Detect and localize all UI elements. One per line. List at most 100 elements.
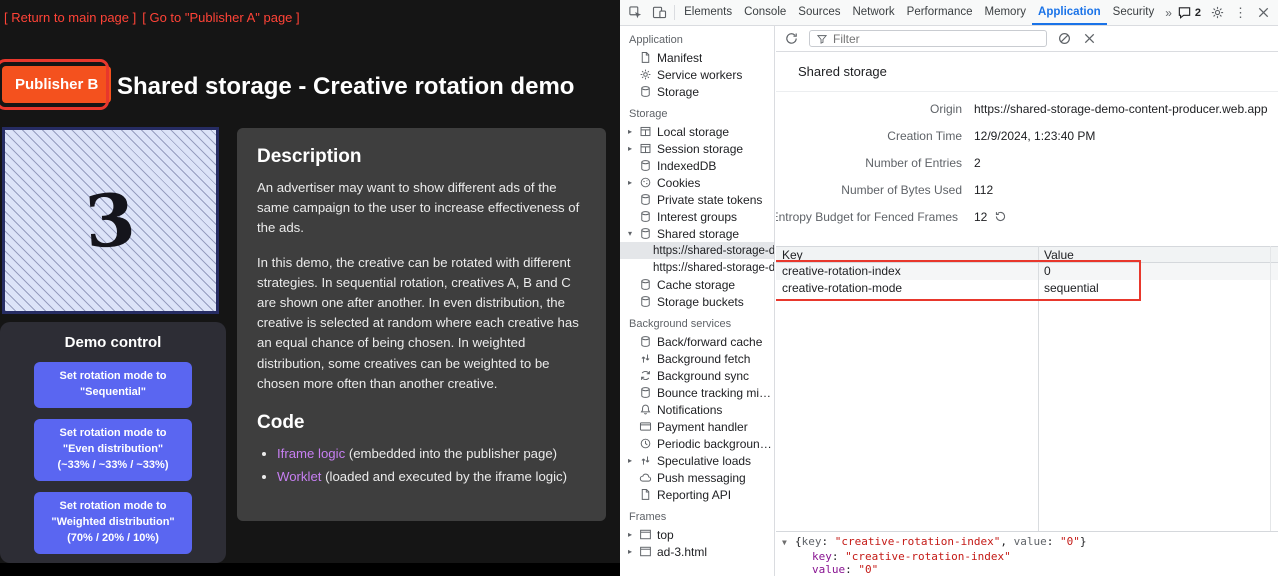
meta-row-bytes-used: Number of Bytes Used 112 (776, 176, 1278, 203)
sidebar-item-notifications[interactable]: Notifications (620, 401, 774, 418)
sidebar-item-background-fetch[interactable]: Background fetch (620, 350, 774, 367)
prop-name: value (1014, 535, 1047, 548)
expander-icon[interactable]: ▸ (628, 127, 639, 136)
separator: : (832, 550, 845, 563)
funnel-icon (816, 33, 828, 45)
device-toolbar-icon[interactable] (648, 0, 672, 26)
sidebar-item-indexeddb[interactable]: IndexedDB (620, 157, 774, 174)
sidebar-item-payment-handler[interactable]: Payment handler (620, 418, 774, 435)
sidebar-item-frame-ad3[interactable]: ▸ad-3.html (620, 543, 774, 560)
sidebar-item-cache-storage[interactable]: Cache storage (620, 276, 774, 293)
tab-performance[interactable]: Performance (901, 0, 979, 25)
sidebar-item-shared-storage-origin-1[interactable]: https://shared-storage-d… (620, 242, 774, 259)
clear-all-icon[interactable] (1057, 31, 1072, 46)
sidebar-item-shared-storage-origin-2[interactable]: https://shared-storage-d… (620, 259, 774, 276)
clock-icon (639, 437, 652, 450)
demo-control-title: Demo control (0, 322, 226, 351)
tab-network[interactable]: Network (846, 0, 900, 25)
expander-icon[interactable]: ▸ (628, 530, 639, 539)
tab-elements[interactable]: Elements (678, 0, 738, 25)
more-tabs-chevron[interactable]: » (1160, 6, 1177, 20)
top-links: [ Return to main page ] [ Go to "Publish… (4, 10, 300, 25)
sidebar-item-private-state-tokens[interactable]: Private state tokens (620, 191, 774, 208)
sidebar-item-label: IndexedDB (657, 159, 716, 173)
sidebar-item-periodic-background-sync[interactable]: Periodic background s… (620, 435, 774, 452)
bell-icon (639, 403, 652, 416)
meta-value: 12 (974, 210, 1278, 224)
expander-icon[interactable]: ▸ (628, 456, 639, 465)
prop-name: key (812, 550, 832, 563)
sidebar-item-shared-storage[interactable]: ▾Shared storage (620, 225, 774, 242)
expand-toggle-icon[interactable]: ▼ (782, 536, 795, 550)
tab-application[interactable]: Application (1032, 0, 1107, 25)
settings-gear-icon[interactable] (1210, 5, 1225, 20)
sidebar-item-background-sync[interactable]: Background sync (620, 367, 774, 384)
tab-memory[interactable]: Memory (979, 0, 1033, 25)
sidebar-item-push-messaging[interactable]: Push messaging (620, 469, 774, 486)
sidebar-item-service-workers[interactable]: Service workers (620, 66, 774, 83)
chat-bubble-icon (1177, 5, 1192, 20)
worklet-link[interactable]: Worklet (277, 469, 321, 484)
sidebar-item-reporting-api[interactable]: Reporting API (620, 486, 774, 503)
sidebar-item-label: Periodic background s… (657, 437, 774, 451)
tab-sources[interactable]: Sources (792, 0, 846, 25)
filter-input[interactable] (833, 32, 1040, 46)
sidebar-section-application: Application (620, 26, 774, 49)
page-title: Shared storage - Creative rotation demo (117, 73, 574, 101)
expander-icon[interactable]: ▾ (628, 229, 639, 238)
clear-icon[interactable] (1082, 31, 1097, 46)
brace: } (1080, 535, 1087, 548)
cell-key: creative-rotation-index (776, 263, 1038, 280)
sidebar-item-speculative-loads[interactable]: ▸Speculative loads (620, 452, 774, 469)
sidebar-item-label: https://shared-storage-d… (653, 262, 774, 274)
table-icon (639, 142, 652, 155)
sidebar-item-frame-top[interactable]: ▸top (620, 526, 774, 543)
filter-box (809, 30, 1047, 47)
column-header-key[interactable]: Key (776, 247, 1038, 263)
doc-icon (639, 488, 652, 501)
bottom-strip (0, 563, 620, 576)
expander-icon[interactable]: ▸ (628, 144, 639, 153)
sidebar-item-storage-buckets[interactable]: Storage buckets (620, 293, 774, 310)
sidebar-item-label: Session storage (657, 142, 743, 156)
sidebar-item-interest-groups[interactable]: Interest groups (620, 208, 774, 225)
separator: , (1000, 535, 1013, 548)
return-main-link[interactable]: [ Return to main page ] (4, 10, 136, 25)
sidebar-item-manifest[interactable]: Manifest (620, 49, 774, 66)
reset-budget-icon[interactable] (994, 210, 1007, 223)
close-devtools-icon[interactable] (1256, 5, 1271, 20)
preview-property-line: key: "creative-rotation-index" (782, 550, 1278, 564)
prop-name: value (812, 563, 845, 576)
column-header-value[interactable]: Value (1038, 247, 1278, 263)
prop-value: "0" (1060, 535, 1080, 548)
sidebar-item-label: Service workers (657, 68, 742, 82)
cell-value: 0 (1038, 263, 1278, 280)
issues-count-button[interactable]: 2 (1177, 5, 1201, 20)
fetch-arrows-icon (639, 352, 652, 365)
sidebar-item-local-storage[interactable]: ▸Local storage (620, 123, 774, 140)
refresh-icon[interactable] (784, 31, 799, 46)
sidebar-item-session-storage[interactable]: ▸ Session storage (620, 140, 774, 157)
publisher-a-link[interactable]: [ Go to "Publisher A" page ] (142, 10, 299, 25)
sidebar-item-storage[interactable]: Storage (620, 83, 774, 100)
sidebar-item-bounce-tracking[interactable]: Bounce tracking mitiga… (620, 384, 774, 401)
inspect-element-icon[interactable] (624, 0, 648, 26)
expander-icon[interactable]: ▸ (628, 547, 639, 556)
sidebar-section-frames: Frames (620, 503, 774, 526)
tab-security[interactable]: Security (1107, 0, 1161, 25)
iframe-logic-link[interactable]: Iframe logic (277, 446, 345, 461)
table-row[interactable]: creative-rotation-index 0 (776, 263, 1278, 280)
sidebar-item-back-forward-cache[interactable]: Back/forward cache (620, 333, 774, 350)
sidebar-item-cookies[interactable]: ▸Cookies (620, 174, 774, 191)
publisher-b-button[interactable]: Publisher B (2, 66, 111, 103)
rotation-weighted-distribution-button[interactable]: Set rotation mode to "Weighted distribut… (34, 492, 192, 554)
rotation-even-distribution-button[interactable]: Set rotation mode to "Even distribution"… (34, 419, 192, 481)
more-menu-icon[interactable]: ⋮ (1234, 6, 1247, 19)
database-icon (639, 85, 652, 98)
divider (674, 5, 675, 20)
tab-console[interactable]: Console (738, 0, 792, 25)
rotation-sequential-button[interactable]: Set rotation mode to "Sequential" (34, 362, 192, 408)
table-row[interactable]: creative-rotation-mode sequential (776, 280, 1278, 297)
code-item-text: (loaded and executed by the iframe logic… (321, 469, 567, 484)
expander-icon[interactable]: ▸ (628, 178, 639, 187)
